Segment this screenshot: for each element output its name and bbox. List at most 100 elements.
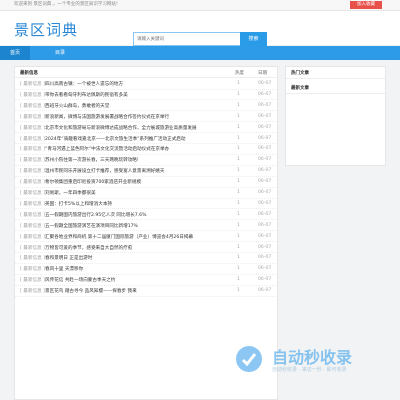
search-box: 搜索 [133,32,267,46]
welcome-text: 欢迎来到 景区词典 ，一个专业的景区知识学习网站！ [14,2,121,7]
list-item-date: 06-07 [258,266,272,272]
list-item-hot: 1 [237,233,240,239]
list-item[interactable]: [ 最新信息 ] 五一假期全国旅游演艺在演项目同比新增17% 1 06-07 [15,220,277,232]
list-item-hot: 1 [237,211,240,217]
site-logo[interactable]: 景区词典 [14,19,78,40]
search-button[interactable]: 搜索 [240,32,267,46]
list-item-category: [ 最新信息 ] [20,180,45,186]
list-item-hot: 1 [237,244,240,250]
list-item-date: 06-07 [258,102,272,108]
list-item[interactable]: [ 最新信息 ] 新浪新闻，微博与法国旅游发展署战略合作签约仪式在京举行 1 06-0… [15,111,277,123]
list-item-hot: 1 [237,277,240,283]
list-item[interactable]: [ 最新信息 ] 景区花鸟 踏古寻今 品风知樱——探春步 我来 1 06-07 [15,285,277,297]
list-item-date: 06-07 [258,222,272,228]
list-item-title[interactable]: 2024年“骑趣看戏嘉北京——北京文旅生活季”系列推广活动正式启动 [45,136,186,142]
list-item-hot: 1 [237,81,240,86]
list-item-date: 06-07 [258,135,272,141]
list-item-title[interactable]: 五一假期全国旅游演艺在演项目同比新增17% [45,223,138,229]
list-item-category: [ 最新信息 ] [20,136,45,142]
list-item-hot: 1 [237,124,240,130]
watermark-subtext: 自动秒收录 · 来访一秒 · 即可收录 [272,367,347,373]
list-item-date: 06-07 [258,124,272,130]
list-item-title[interactable]: 英国：打卡5%以上和增消大本持 [45,201,112,207]
list-item-date: 06-07 [258,157,272,163]
list-item-date: 06-07 [258,244,272,250]
list-item-category: [ 最新信息 ] [20,191,45,196]
list-item-date: 06-07 [258,190,272,195]
list-item-category: [ 最新信息 ] [20,212,45,218]
list-item[interactable]: [ 最新信息 ] 北京市文化和旅游局与新浪微博达成战略合作，全力展城旅游业高质量发… [15,122,277,134]
list-item-title[interactable]: 温州市民同乐开展设立打卡推荐，感受富人意景离溯好嬉天 [45,168,164,174]
list-item-title[interactable]: 景区花鸟 踏古寻今 品风知樱——探春步 我来 [45,288,137,294]
list-item-date: 06-07 [258,146,272,152]
list-item-title[interactable]: 汇聚各地业界和商机 第十二届厦门国际旅游（产业）博览会4月26日揭幕 [45,234,193,240]
list-item-date: 06-07 [258,211,272,217]
list-item-hot: 1 [237,168,240,174]
list-item-date: 06-07 [258,168,272,174]
column-header-hot: 热度 [235,71,244,76]
sidebar-panel: 热门文章 最新文章 [285,66,386,166]
list-item-category: [ 最新信息 ] [20,82,45,87]
list-item-hot: 1 [237,113,240,119]
list-item[interactable]: [ 最新信息 ] 春和景明日 正是出游时 1 06-07 [15,252,277,264]
list-item-title[interactable]: 北京市文化和旅游局与新浪微博达成战略合作，全力展城旅游业高质量发展 [45,125,197,131]
list-item-hot: 1 [237,200,240,206]
site-header: 景区词典 搜索 [0,11,400,46]
list-item[interactable]: [ 最新信息 ] 带你去看看匈牙利布达佩斯的民宿有多美 1 06-07 [15,89,277,101]
list-item-date: 06-07 [258,233,272,239]
list-item[interactable]: [ 最新信息 ] 汇聚各地业界和商机 第十二届厦门国际旅游（产业）博览会4月26日… [15,231,277,243]
list-item-category: [ 最新信息 ] [20,289,45,295]
list-item-title[interactable]: 四川高南古镇：一个被世人遗忘的地方 [45,81,123,87]
list-item-date: 06-07 [258,81,272,86]
list-item-hot: 1 [237,266,240,272]
list-item-hot: 1 [237,222,240,228]
list-item-title[interactable]: 风传花信 共赴一场向蒙古季天之约 [45,277,115,283]
list-item-title[interactable]: 苏州小院住第一次游长春，三天两晚玩转攻略! [45,157,139,163]
list-item[interactable]: [ 最新信息 ] 刘易斯，一年四季都很美 1 06-07 [15,187,277,199]
list-item-date: 06-07 [258,113,272,119]
list-item-title[interactable]: 西班牙火山群岛，勇敢者的天堂 [45,103,109,109]
list-item-title[interactable]: 新浪新闻，微博与法国旅游发展署战略合作签约仪式在京举行 [45,114,169,120]
list-item-hot: 1 [237,157,240,163]
list-item-category: [ 最新信息 ] [20,103,45,109]
watermark: 自动秒收录 自动秒收录 · 来访一秒 · 即可收录 [232,342,382,384]
list-item[interactable]: [ 最新信息 ] 五一假期国内旅游出行2.95亿人次 同比增长7.6% 1 06-07 [15,209,277,221]
list-item[interactable]: [ 最新信息 ] 春风十里 天漂移你 1 06-07 [15,263,277,275]
list-item-category: [ 最新信息 ] [20,201,45,207]
list-item[interactable]: [ 最新信息 ] 风传花信 共赴一场向蒙古季天之约 1 06-07 [15,274,277,286]
list-item[interactable]: [ 最新信息 ] 苏州小院住第一次游长春，三天两晚玩转攻略! 1 06-07 [15,154,277,166]
list-item-category: [ 最新信息 ] [20,223,45,229]
list-item[interactable]: [ 最新信息 ] 西班牙火山群岛，勇敢者的天堂 1 06-07 [15,100,277,112]
watermark-logo-icon [236,346,262,372]
search-input[interactable] [133,32,241,46]
list-item-category: [ 最新信息 ] [20,278,45,284]
list-item-category: [ 最新信息 ] [20,245,45,251]
list-item-date: 06-07 [258,255,272,261]
list-item-category: [ 最新信息 ] [20,114,45,120]
list-item[interactable]: [ 最新信息 ] 万物皆可爱的季节，感受来自大自然的疗愈 1 06-07 [15,242,277,253]
list-item[interactable]: [ 最新信息 ] 四川高南古镇：一个被世人遗忘的地方 1 06-07 [15,78,277,90]
nav-item-directory[interactable]: 目录 [48,46,72,60]
list-item-title[interactable]: 五一假期国内旅游出行2.95亿人次 同比增长7.6% [45,212,146,218]
list-item-title[interactable]: 刘易斯，一年四季都很美 [45,190,96,196]
list-item[interactable]: [ 最新信息 ] 温州市民同乐开展设立打卡推荐，感受富人意景离溯好嬉天 1 06-07 [15,165,277,177]
list-item-hot: 1 [237,288,240,294]
list-item-title[interactable]: 春和景明日 正是出游时 [45,255,92,261]
list-item-title[interactable]: “青马河遇上蓝色阿尔”中法文化交流暨活动启动仪式在京举办 [45,146,169,152]
list-item[interactable]: [ 最新信息 ] 英国：打卡5%以上和增消大本持 1 06-07 [15,198,277,210]
column-header-date: 日期 [258,71,267,76]
list-item-category: [ 最新信息 ] [20,169,45,175]
list-item[interactable]: [ 最新信息 ] “青马河遇上蓝色阿尔”中法文化交流暨活动启动仪式在京举办 1 06-… [15,143,277,155]
list-item-title[interactable]: 春风十里 天漂移你 [45,266,83,272]
add-favorite-button[interactable]: 加入收藏 [350,1,382,9]
list-item-title[interactable]: 希尔顿集团重启印尼投资700家酒店开业新规模 [45,179,141,185]
list-item-title[interactable]: 万物皆可爱的季节，感受来自大自然的疗愈 [45,245,132,251]
list-item-title[interactable]: 带你去看看匈牙利布达佩斯的民宿有多美 [45,92,128,98]
list-item-date: 06-07 [258,200,272,206]
list-item-hot: 1 [237,102,240,108]
list-item[interactable]: [ 最新信息 ] 希尔顿集团重启印尼投资700家酒店开业新规模 1 06-07 [15,176,277,188]
list-item-category: [ 最新信息 ] [20,92,45,98]
nav-item-home[interactable]: 首页 [0,46,30,60]
list-item[interactable]: [ 最新信息 ] 2024年“骑趣看戏嘉北京——北京文旅生活季”系列推广活动正式启… [15,133,277,144]
list-item-category: [ 最新信息 ] [20,256,45,262]
